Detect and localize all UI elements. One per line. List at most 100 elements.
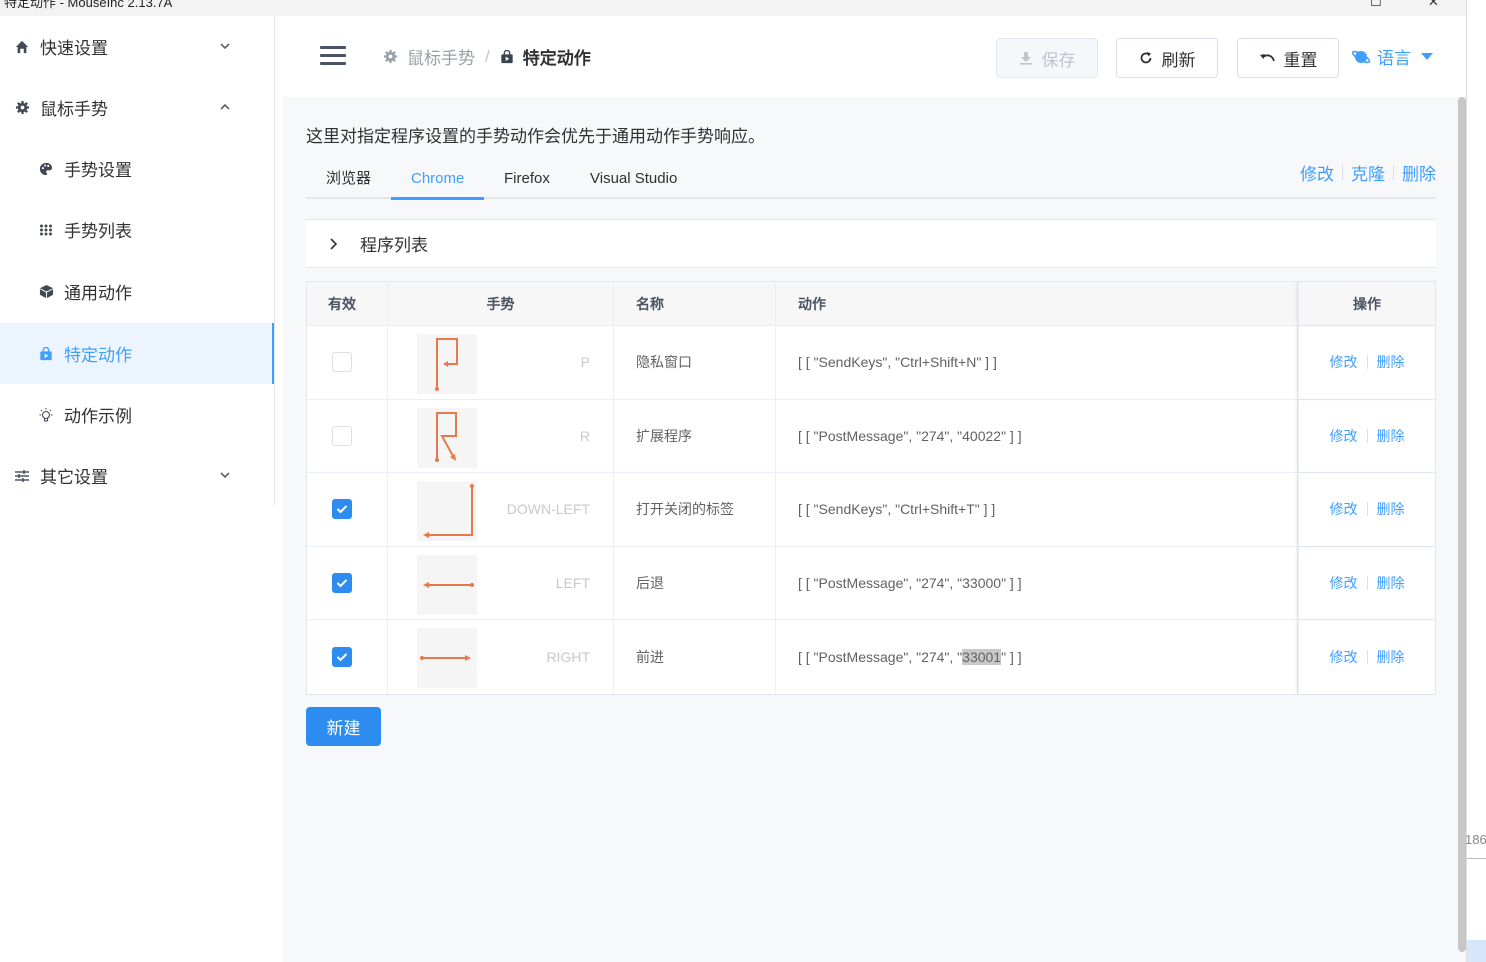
sidebar-item-general-actions[interactable]: 通用动作 (0, 261, 274, 322)
divider (1366, 575, 1368, 590)
sidebar-item-quick-settings[interactable]: 快速设置 (0, 16, 274, 77)
enabled-checkbox[interactable] (332, 499, 352, 520)
vertical-scrollbar[interactable] (1458, 97, 1466, 952)
table-row: DOWN-LEFT 打开关闭的标签 [ [ "SendKeys", "Ctrl+… (307, 473, 1435, 547)
refresh-button[interactable]: 刷新 (1116, 38, 1218, 78)
gear-icon (13, 99, 31, 117)
sidebar-item-label: 鼠标手势 (40, 100, 108, 119)
divider (1366, 649, 1368, 664)
caret-down-icon (1421, 53, 1433, 60)
gesture-name: RIGHT (546, 648, 590, 665)
breadcrumb-current: 特定动作 (500, 44, 591, 69)
breadcrumb-parent[interactable]: 鼠标手势 (383, 44, 475, 69)
chevron-up-icon (218, 99, 234, 115)
enabled-checkbox[interactable] (332, 646, 352, 667)
enabled-checkbox[interactable] (332, 425, 352, 446)
action-command-suffix: " ] ] (1001, 648, 1022, 665)
gesture-name: P (580, 354, 590, 371)
action-command: [ [ "SendKeys", "Ctrl+Shift+T" ] ] (776, 473, 1298, 546)
sidebar-item-label: 特定动作 (64, 346, 132, 365)
delete-row-link[interactable]: 删除 (1377, 426, 1405, 446)
divider (1366, 355, 1368, 370)
sidebar-item-label: 通用动作 (64, 284, 132, 303)
delete-row-link[interactable]: 删除 (1377, 573, 1405, 593)
hamburger-menu-icon[interactable] (320, 46, 346, 66)
reset-button[interactable]: 重置 (1237, 38, 1339, 78)
shopping-bag-play-icon (37, 345, 55, 363)
sidebar-item-other-settings[interactable]: 其它设置 (0, 445, 274, 506)
gesture-table: 有效 手势 名称 动作 操作 P 隐私窗口 [ [ "SendKeys", "C (306, 281, 1436, 695)
undo-icon (1259, 52, 1275, 64)
column-header-action: 动作 (776, 282, 1298, 325)
gear-icon (383, 49, 398, 64)
save-button[interactable]: 保存 (996, 38, 1098, 78)
new-button[interactable]: 新建 (306, 707, 381, 746)
header: 鼠标手势 / 特定动作 保存 刷新 重置 语言 (283, 16, 1466, 97)
home-icon (13, 38, 31, 56)
delete-row-link[interactable]: 删除 (1377, 647, 1405, 667)
sidebar: 快速设置 鼠标手势 手势设置 手势列表 通用动作 特定动作 动作示例 其它设置 (0, 16, 275, 506)
column-header-operations: 操作 (1298, 282, 1435, 325)
reset-label: 重置 (1283, 50, 1318, 70)
gesture-preview-r-icon (417, 407, 477, 468)
edit-row-link[interactable]: 修改 (1330, 426, 1358, 446)
edit-row-link[interactable]: 修改 (1330, 352, 1358, 372)
enabled-checkbox[interactable] (332, 352, 352, 373)
breadcrumb-current-label: 特定动作 (522, 49, 591, 68)
table-row: LEFT 后退 [ [ "PostMessage", "274", "33000… (307, 546, 1435, 620)
main-content: 这里对指定程序设置的手势动作会优先于通用动作手势响应。 浏览器 Chrome F… (283, 97, 1466, 962)
enabled-checkbox[interactable] (332, 572, 352, 593)
action-command: [ [ "PostMessage", "274", "40022" ] ] (776, 399, 1298, 472)
sidebar-item-action-examples[interactable]: 动作示例 (0, 384, 274, 445)
tab-firefox[interactable]: Firefox (484, 164, 570, 199)
action-command: [ [ "SendKeys", "Ctrl+Shift+N" ] ] (776, 326, 1298, 399)
sidebar-item-gesture-list[interactable]: 手势列表 (0, 199, 274, 260)
sidebar-item-gesture-settings[interactable]: 手势设置 (0, 138, 274, 199)
tab-visual-studio[interactable]: Visual Studio (570, 164, 697, 199)
gesture-preview-p-icon (417, 334, 477, 394)
divider (1366, 502, 1368, 517)
gesture-name: R (579, 427, 590, 444)
chevron-down-icon (218, 467, 234, 483)
sliders-icon (13, 467, 31, 485)
grid-dots-icon (37, 221, 55, 239)
window-title: 特定动作 - MouseInc 2.13.7A (4, 0, 173, 10)
action-command: [ [ "PostMessage", "274", "33000" ] ] (776, 546, 1298, 619)
column-header-enabled: 有效 (307, 282, 388, 325)
program-tabs: 浏览器 Chrome Firefox Visual Studio (306, 164, 1436, 200)
shopping-bag-play-icon (500, 49, 514, 64)
language-dropdown[interactable]: 语言 (1351, 44, 1433, 69)
delete-row-link[interactable]: 删除 (1377, 499, 1405, 519)
background-selection (1467, 940, 1486, 962)
tab-chrome[interactable]: Chrome (391, 164, 485, 200)
sidebar-item-label: 手势设置 (64, 161, 132, 180)
breadcrumb: 鼠标手势 / 特定动作 (383, 44, 591, 69)
edit-row-link[interactable]: 修改 (1330, 573, 1358, 593)
close-icon[interactable]: ✕ (1428, 0, 1439, 10)
table-row: RIGHT 前进 [ [ "PostMessage", "274", " 3300… (307, 620, 1435, 694)
column-header-gesture: 手势 (388, 282, 614, 325)
refresh-icon (1139, 51, 1153, 65)
tab-browser[interactable]: 浏览器 (306, 164, 391, 199)
edit-tab-link[interactable]: 修改 (1300, 160, 1334, 185)
gesture-preview-left-icon (417, 554, 477, 615)
edit-row-link[interactable]: 修改 (1330, 647, 1358, 667)
breadcrumb-separator: / (485, 46, 490, 66)
sidebar-item-mouse-gestures[interactable]: 鼠标手势 (0, 77, 274, 138)
delete-row-link[interactable]: 删除 (1377, 352, 1405, 372)
program-list-collapse[interactable]: 程序列表 (306, 219, 1436, 268)
chevron-right-icon (328, 237, 338, 251)
sidebar-item-specific-actions[interactable]: 特定动作 (0, 323, 274, 384)
clone-tab-link[interactable]: 克隆 (1351, 160, 1385, 185)
gesture-preview-right-icon (417, 628, 477, 688)
palette-icon (37, 160, 55, 178)
divider (1342, 165, 1343, 180)
divider (1366, 428, 1368, 443)
maximize-icon[interactable]: ☐ (1370, 0, 1382, 10)
gesture-name: DOWN-LEFT (506, 501, 590, 518)
edit-row-link[interactable]: 修改 (1330, 499, 1358, 519)
divider (1467, 858, 1486, 859)
column-header-name: 名称 (614, 282, 776, 325)
tab-actions: 修改 克隆 删除 (1300, 160, 1436, 185)
delete-tab-link[interactable]: 删除 (1402, 160, 1436, 185)
